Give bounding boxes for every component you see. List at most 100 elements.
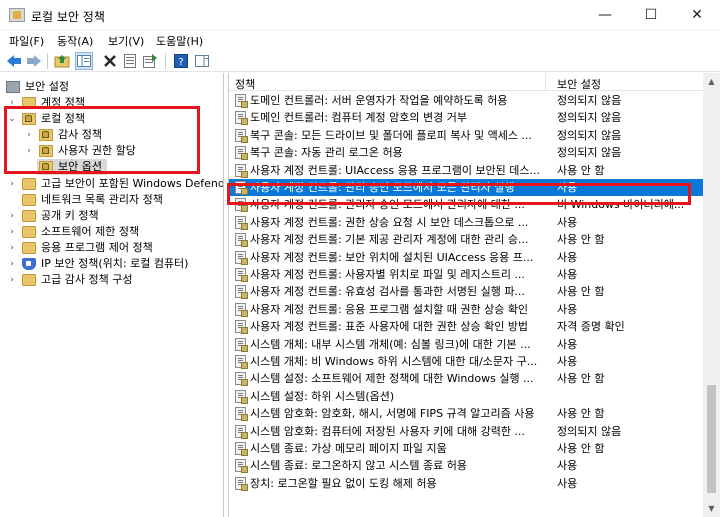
table-row[interactable]: 도메인 컨트롤러: 서버 운영자가 작업을 예약하도록 허용 정의되지 않음 xyxy=(229,92,713,109)
table-row[interactable]: 사용자 계정 컨트롤: 유효성 검사를 통과한 서명된 실행 파... 사용 안 … xyxy=(229,283,713,300)
table-row[interactable]: 사용자 계정 컨트롤: 기본 제공 관리자 계정에 대한 관리 승... 사용 안… xyxy=(229,231,713,248)
toolbar-separator xyxy=(47,53,48,69)
table-row[interactable]: 사용자 계정 컨트롤: 보안 위치에 설치된 UIAccess 응용 프... 사… xyxy=(229,249,713,266)
policy-name: 사용자 계정 컨트롤: 기본 제공 관리자 계정에 대한 관리 승... xyxy=(250,233,529,247)
policy-setting: 정의되지 않음 xyxy=(557,424,622,438)
policy-item-icon xyxy=(235,128,248,143)
menu-bar: 파일(F) 동작(A) 보기(V) 도움말(H) xyxy=(0,30,720,50)
table-row[interactable]: 시스템 개체: 비 Windows 하위 시스템에 대한 대/소문자 구... 사… xyxy=(229,353,713,370)
table-row[interactable]: 장치: 로그온할 필요 없이 도킹 해제 허용 사용 xyxy=(229,475,713,492)
table-row[interactable]: 도메인 컨트롤러: 컴퓨터 계정 암호의 변경 거부 정의되지 않음 xyxy=(229,109,713,126)
toolbar: ? xyxy=(0,50,720,72)
toolbar-separator xyxy=(165,53,166,69)
show-action-pane-icon[interactable] xyxy=(193,52,211,70)
policy-item-icon xyxy=(235,250,248,265)
expand-icon[interactable]: › xyxy=(7,176,17,192)
highlight-box-tree xyxy=(4,106,200,174)
policy-setting: 정의되지 않음 xyxy=(557,128,622,142)
policy-setting: 사용 안 함 xyxy=(557,233,605,247)
column-header-setting[interactable]: 보안 설정 xyxy=(557,76,601,92)
table-row[interactable]: 사용자 계정 컨트롤: 표준 사용자에 대한 권한 상승 확인 방법 자격 증명 … xyxy=(229,318,713,335)
policy-item-icon xyxy=(235,163,248,178)
maximize-button[interactable]: ☐ xyxy=(628,0,674,30)
policy-name: 시스템 종료: 로그온하지 않고 시스템 종료 허용 xyxy=(250,459,467,473)
expand-icon[interactable]: › xyxy=(7,272,17,288)
policy-item-icon xyxy=(235,111,248,126)
policy-setting: 사용 안 함 xyxy=(557,407,605,421)
policy-setting: 사용 xyxy=(557,215,578,229)
vertical-scrollbar[interactable]: ▲ ▼ xyxy=(703,73,720,517)
policy-name: 사용자 계정 컨트롤: 표준 사용자에 대한 권한 상승 확인 방법 xyxy=(250,320,529,334)
policy-setting: 자격 증명 확인 xyxy=(557,320,625,334)
scroll-down-icon[interactable]: ▼ xyxy=(703,500,720,517)
policy-setting: 사용 xyxy=(557,355,578,368)
policy-setting: 사용 안 함 xyxy=(557,372,605,386)
policy-item-icon xyxy=(235,268,248,282)
policy-name: 시스템 암호화: 암호화, 해시, 서명에 FIPS 규격 알고리즘 사용 xyxy=(250,407,535,421)
policy-setting: 사용 xyxy=(557,302,578,316)
expand-icon[interactable]: › xyxy=(7,240,17,256)
properties-icon[interactable] xyxy=(121,52,139,70)
policy-name: 도메인 컨트롤러: 컴퓨터 계정 암호의 변경 거부 xyxy=(250,111,467,125)
policy-setting: 사용 xyxy=(557,459,578,473)
expand-icon[interactable]: › xyxy=(7,256,17,272)
list-header: 정책 보안 설정 xyxy=(229,73,720,91)
security-policy-app-icon xyxy=(9,8,25,22)
minimize-button[interactable]: — xyxy=(582,0,628,30)
policy-name: 시스템 개체: 비 Windows 하위 시스템에 대한 대/소문자 구... xyxy=(250,355,538,368)
policy-name: 복구 콘솔: 자동 관리 로그온 허용 xyxy=(250,146,403,160)
policy-name: 시스템 종료: 가상 메모리 페이지 파일 지움 xyxy=(250,442,447,455)
highlight-box-selected-row xyxy=(227,183,691,205)
delete-icon[interactable] xyxy=(101,52,119,70)
table-row[interactable]: 사용자 계정 컨트롤: 권한 상승 요청 시 보안 데스크톱으로 ... 사용 xyxy=(229,214,713,231)
table-row[interactable]: 사용자 계정 컨트롤: 응용 프로그램 설치할 때 권한 상승 확인 사용 xyxy=(229,301,713,318)
policy-item-icon xyxy=(235,233,248,248)
table-row[interactable]: 시스템 암호화: 컴퓨터에 저장된 사용자 키에 대해 강력한 ... 정의되지 … xyxy=(229,423,713,440)
table-row[interactable]: 시스템 암호화: 암호화, 해시, 서명에 FIPS 규격 알고리즘 사용 사용 … xyxy=(229,405,713,422)
policy-setting: 사용 xyxy=(557,337,578,351)
policy-setting: 사용 xyxy=(557,250,578,264)
table-row[interactable]: 복구 콘솔: 모든 드라이브 및 폴더에 플로피 복사 및 액세스 ... 정의되… xyxy=(229,127,713,144)
scrollbar-thumb[interactable] xyxy=(707,385,716,493)
table-row[interactable]: 복구 콘솔: 자동 관리 로그온 허용 정의되지 않음 xyxy=(229,144,713,161)
svg-text:?: ? xyxy=(178,57,183,68)
menu-file[interactable]: 파일(F) xyxy=(9,33,44,49)
expand-icon[interactable]: › xyxy=(7,208,17,224)
policy-item-icon xyxy=(235,372,248,387)
policy-setting: 사용 안 함 xyxy=(557,285,605,299)
table-row[interactable]: 시스템 종료: 로그온하지 않고 시스템 종료 허용 사용 xyxy=(229,457,713,474)
policy-item-icon xyxy=(235,285,248,300)
forward-icon[interactable] xyxy=(25,52,43,70)
menu-help[interactable]: 도움말(H) xyxy=(156,33,203,49)
close-button[interactable]: ✕ xyxy=(674,0,720,30)
folder-icon xyxy=(22,242,36,254)
ip-security-shield-icon xyxy=(22,258,36,270)
policy-item-icon xyxy=(235,215,248,230)
policy-setting: 사용 xyxy=(557,268,578,281)
up-folder-icon[interactable] xyxy=(53,52,71,70)
menu-action[interactable]: 동작(A) xyxy=(57,33,93,49)
back-icon[interactable] xyxy=(5,52,23,70)
export-list-icon[interactable] xyxy=(141,52,159,70)
column-divider[interactable] xyxy=(545,73,546,91)
folder-icon xyxy=(22,210,36,222)
table-row[interactable]: 시스템 설정: 소프트웨어 제한 정책에 대한 Windows 실행 ... 사용… xyxy=(229,370,713,387)
folder-icon xyxy=(22,274,36,286)
policy-name: 시스템 설정: 하위 시스템(옵션) xyxy=(250,389,395,403)
column-header-policy[interactable]: 정책 xyxy=(235,76,255,92)
table-row[interactable]: 시스템 개체: 내부 시스템 개체(예: 심볼 링크)에 대한 기본 ... 사용 xyxy=(229,336,713,353)
help-icon[interactable]: ? xyxy=(172,52,190,70)
table-row[interactable]: 사용자 계정 컨트롤: UIAccess 응용 프로그램이 보안된 데스... 사… xyxy=(229,162,713,179)
table-row[interactable]: 사용자 계정 컨트롤: 사용자별 위치로 파일 및 레지스트리 ... 사용 xyxy=(229,266,713,283)
policy-name: 사용자 계정 컨트롤: 보안 위치에 설치된 UIAccess 응용 프... xyxy=(250,250,534,264)
title-bar: 로컬 보안 정책 — ☐ ✕ xyxy=(0,0,720,30)
show-tree-icon[interactable] xyxy=(75,52,93,70)
policy-item-icon xyxy=(235,389,248,404)
expand-icon[interactable]: › xyxy=(7,224,17,240)
policy-setting: 사용 xyxy=(557,476,578,490)
menu-view[interactable]: 보기(V) xyxy=(108,33,144,49)
scroll-up-icon[interactable]: ▲ xyxy=(703,73,720,90)
folder-icon xyxy=(22,178,36,190)
table-row[interactable]: 시스템 설정: 하위 시스템(옵션) xyxy=(229,388,713,405)
table-row[interactable]: 시스템 종료: 가상 메모리 페이지 파일 지움 사용 안 함 xyxy=(229,440,713,457)
